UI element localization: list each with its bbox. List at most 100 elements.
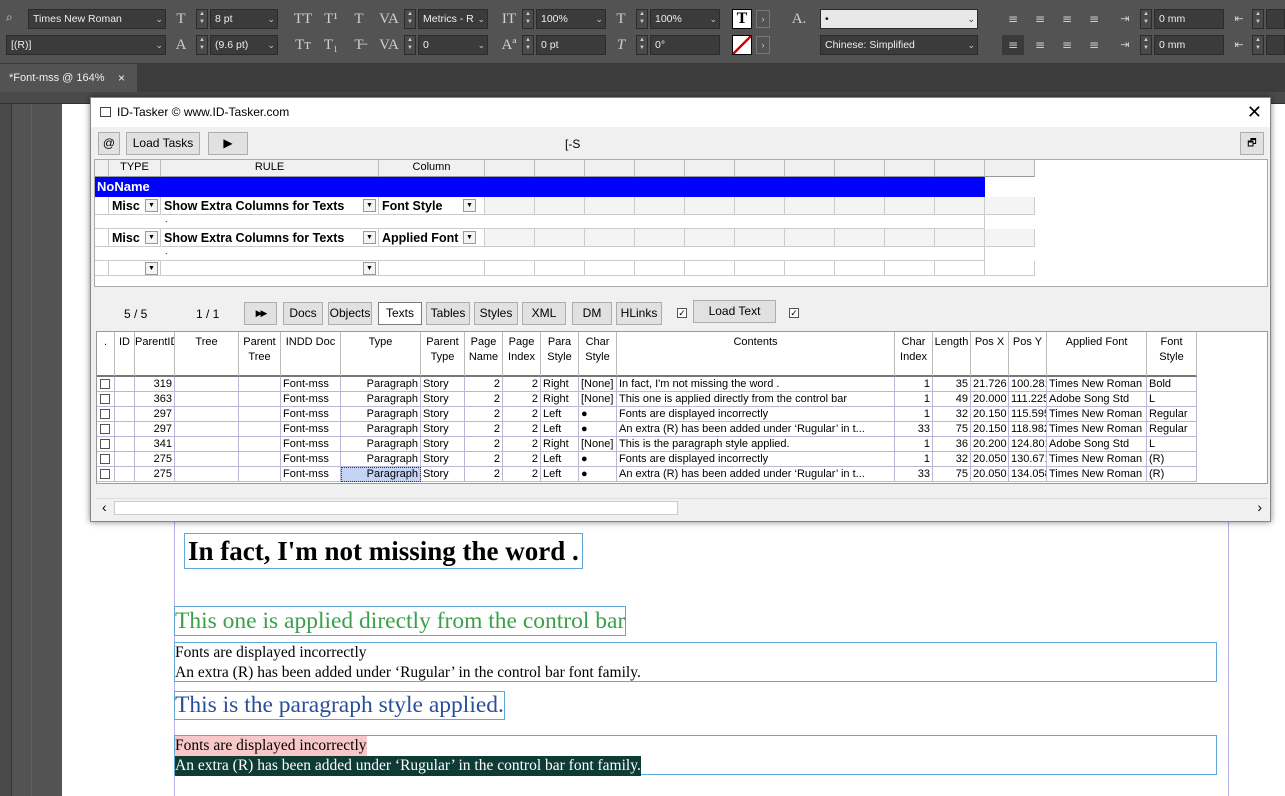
font-size-stepper[interactable]: ▲ ▼ [196, 9, 208, 29]
rules-empty-cell[interactable] [785, 197, 835, 215]
data-cell[interactable]: 2 [503, 392, 541, 407]
data-header-cell[interactable]: Page Name [465, 332, 503, 377]
align-right-icon[interactable]: ≡ [1056, 9, 1078, 29]
data-cell[interactable]: 2 [503, 422, 541, 437]
data-cell[interactable] [239, 407, 281, 422]
data-cell[interactable]: Times New Roman [1047, 377, 1147, 392]
chevron-down-icon[interactable]: ⌄ [967, 36, 975, 54]
data-cell[interactable]: ● [579, 407, 617, 422]
justify-center-icon[interactable]: ≡ [1029, 35, 1051, 55]
fast-forward-button[interactable]: ▶▶ [244, 302, 277, 325]
data-cell[interactable]: 134.058 [1009, 467, 1047, 482]
data-cell[interactable]: An extra (R) has been added under ‘Rugul… [617, 467, 895, 482]
data-cell[interactable]: 2 [465, 392, 503, 407]
first-indent-field[interactable]: 0 mm [1154, 35, 1224, 55]
text-frame[interactable]: Fonts are displayed incorrectly An extra… [174, 735, 1217, 776]
data-cell[interactable]: 118.982 [1009, 422, 1047, 437]
data-cell[interactable]: 319 [135, 377, 175, 392]
data-cell[interactable]: Fonts are displayed incorrectly [617, 407, 895, 422]
data-header-cell[interactable]: ParentID [135, 332, 175, 377]
close-icon[interactable]: ✕ [1247, 102, 1262, 122]
data-cell[interactable]: Times New Roman [1047, 452, 1147, 467]
rules-empty-cell[interactable] [935, 261, 985, 276]
rules-empty-cell[interactable] [685, 197, 735, 215]
rules-empty-cell[interactable] [885, 197, 935, 215]
rule-type-combo[interactable]: Misc ▼ [109, 197, 161, 215]
data-cell[interactable]: Times New Roman [1047, 422, 1147, 437]
data-cell[interactable]: Left [541, 407, 579, 422]
data-cell[interactable] [97, 422, 115, 437]
data-cell[interactable]: L [1147, 392, 1197, 407]
data-cell[interactable]: Font-mss [281, 467, 341, 482]
scrollbar-thumb[interactable] [114, 501, 678, 515]
rules-empty-cell[interactable] [485, 229, 535, 247]
rules-empty-cell[interactable] [585, 229, 635, 247]
data-header-cell[interactable]: Pos Y [1009, 332, 1047, 377]
row-checkbox[interactable] [100, 379, 110, 389]
data-cell[interactable]: Right [541, 377, 579, 392]
text-frame[interactable]: Fonts are displayed incorrectly An extra… [174, 642, 1217, 682]
chevron-down-icon[interactable]: ▼ [463, 231, 476, 244]
data-cell[interactable]: 2 [465, 467, 503, 482]
data-cell[interactable]: 2 [465, 437, 503, 452]
data-cell[interactable]: Right [541, 437, 579, 452]
small-caps-icon[interactable]: Tт [292, 35, 314, 55]
data-header-cell[interactable]: Char Index [895, 332, 933, 377]
data-cell[interactable]: [None] [579, 437, 617, 452]
dm-button[interactable]: DM [572, 302, 612, 325]
data-cell[interactable]: 130.671 [1009, 452, 1047, 467]
justify-right-icon[interactable]: ≡ [1056, 35, 1078, 55]
data-cell[interactable] [175, 392, 239, 407]
data-cell[interactable] [175, 437, 239, 452]
row-checkbox[interactable] [100, 469, 110, 479]
kerning-stepper[interactable]: ▲ ▼ [404, 9, 416, 29]
chevron-down-icon[interactable]: ▼ [363, 231, 376, 244]
rules-empty-cell[interactable] [785, 261, 835, 276]
first-indent-stepper[interactable]: ▲ ▼ [1140, 35, 1152, 55]
rules-empty-cell[interactable] [735, 229, 785, 247]
align-center-icon[interactable]: ≡ [1029, 9, 1051, 29]
rules-empty-cell[interactable] [935, 229, 985, 247]
data-cell[interactable]: L [1147, 437, 1197, 452]
baseline-stepper[interactable]: ▲ ▼ [522, 35, 534, 55]
chevron-down-icon[interactable]: ⌄ [967, 10, 975, 28]
data-cell[interactable]: 1 [895, 437, 933, 452]
rules-empty-cell[interactable] [835, 197, 885, 215]
data-cell[interactable] [239, 392, 281, 407]
chevron-down-icon[interactable]: ⌄ [155, 36, 163, 54]
rule-type-combo[interactable]: Misc ▼ [109, 229, 161, 247]
all-caps-icon[interactable]: TT [292, 9, 314, 29]
data-cell[interactable]: Font-mss [281, 452, 341, 467]
rules-empty-cell[interactable] [485, 197, 535, 215]
right-indent-field[interactable] [1266, 9, 1285, 29]
data-cell[interactable]: 2 [503, 407, 541, 422]
data-cell[interactable]: 1 [895, 377, 933, 392]
chevron-down-icon[interactable]: ▼ [463, 199, 476, 212]
data-cell[interactable]: 20.050 [971, 452, 1009, 467]
data-header-cell[interactable]: Length [933, 332, 971, 377]
data-cell[interactable]: 2 [465, 377, 503, 392]
chevron-down-icon[interactable]: ▼ [363, 262, 376, 275]
chevron-down-icon[interactable]: ⌄ [155, 10, 163, 28]
data-cell[interactable]: This is the paragraph style applied. [617, 437, 895, 452]
skew-stepper[interactable]: ▲ ▼ [636, 35, 648, 55]
data-cell[interactable]: 2 [503, 437, 541, 452]
data-cell[interactable]: 2 [465, 422, 503, 437]
data-cell[interactable] [115, 422, 135, 437]
scroll-left-arrow[interactable]: ‹ [102, 499, 107, 515]
data-cell[interactable]: Story [421, 392, 465, 407]
rules-empty-cell[interactable] [685, 261, 735, 276]
justify-icon[interactable]: ≡ [1083, 9, 1105, 29]
rules-empty-cell[interactable] [835, 261, 885, 276]
data-cell[interactable] [175, 422, 239, 437]
data-cell[interactable]: 75 [933, 422, 971, 437]
data-cell[interactable]: 2 [465, 407, 503, 422]
data-cell[interactable]: Regular [1147, 407, 1197, 422]
text-frame[interactable]: In fact, I'm not missing the word . [184, 533, 583, 569]
data-cell[interactable]: 100.281 [1009, 377, 1047, 392]
data-cell[interactable]: Regular [1147, 422, 1197, 437]
rule-column-combo[interactable]: Font Style ▼ [379, 197, 485, 215]
rules-empty-cell[interactable] [485, 261, 535, 276]
rules-empty-cell[interactable] [985, 261, 1035, 276]
data-cell[interactable]: 2 [465, 452, 503, 467]
